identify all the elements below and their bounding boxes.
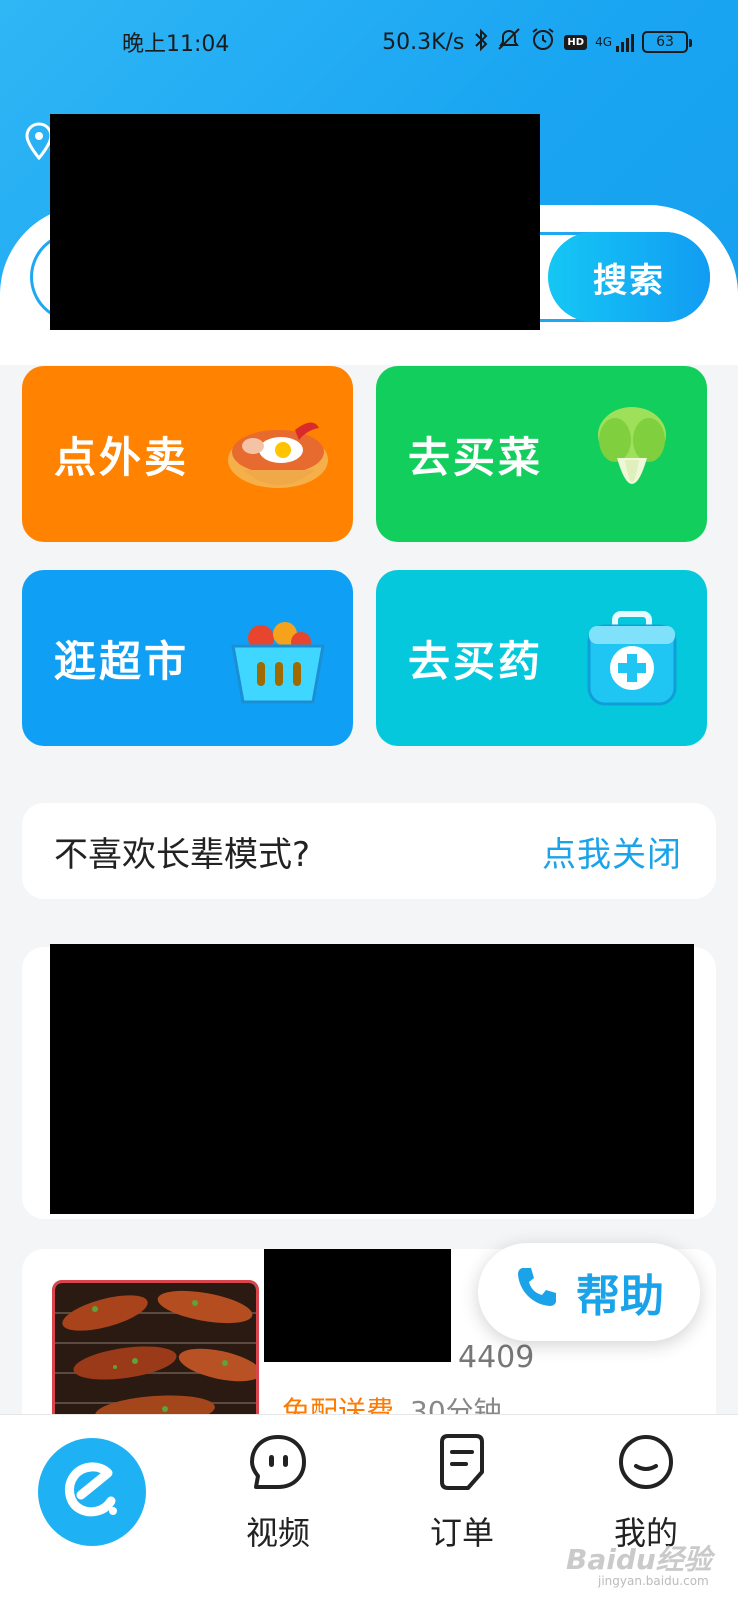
fruit-basket-icon [223,604,333,714]
mute-icon [496,27,522,57]
store-thumbnail[interactable] [52,1280,259,1430]
status-bar: 晚上11:04 50.3K/s HD 4G 63 [0,0,738,84]
help-button[interactable]: 帮助 [478,1243,700,1341]
delivery-eta: 30分钟 [410,1395,502,1416]
signal-icon [616,32,634,52]
redacted-banner [50,944,694,1214]
bluetooth-icon [474,28,488,57]
hd-icon: HD [564,34,588,50]
battery-level: 63 [656,34,674,50]
tab-label: 视频 [245,1514,310,1552]
elder-mode-close-link[interactable]: 点我关闭 [542,827,682,876]
status-icons: HD 4G 63 [474,26,692,58]
tile-label: 点外卖 [54,432,190,482]
tile-label: 去买菜 [408,432,544,482]
medical-kit-icon [577,604,687,714]
eleme-logo-icon [57,1455,127,1529]
elder-mode-text: 不喜欢长辈模式? [54,834,311,875]
search-button[interactable]: 搜索 [548,232,710,322]
tile-food-delivery[interactable]: 点外卖 [22,366,353,542]
alarm-icon [530,26,556,58]
noodle-bowl-icon [223,400,333,510]
profile-face-icon [616,1432,676,1496]
status-right: 50.3K/s HD 4G 63 [382,26,692,58]
tile-supermarket[interactable]: 逛超市 [22,570,353,746]
delivery-promo: 免配送费 [282,1395,395,1416]
video-face-icon [248,1432,308,1496]
store-promo-row: 免配送费 30分钟 [282,1390,502,1416]
status-time: 晚上11:04 [122,32,230,57]
store-meta: 4409 [458,1340,535,1375]
tile-grocery[interactable]: 去买菜 [376,366,707,542]
tab-label: 订单 [429,1514,494,1552]
redacted-store-name [264,1249,451,1362]
bok-choy-icon [577,400,687,510]
tab-profile[interactable]: 我的 [586,1432,706,1552]
tile-label: 逛超市 [54,636,190,686]
tile-pharmacy[interactable]: 去买药 [376,570,707,746]
baidu-watermark: Baidu经验 [566,1543,712,1576]
tab-home-eleme[interactable] [38,1438,146,1546]
phone-icon [514,1264,560,1321]
order-icon [432,1432,492,1496]
tab-video[interactable]: 视频 [218,1432,338,1552]
help-label: 帮助 [576,1271,664,1322]
battery-icon: 63 [642,31,692,53]
redacted-location-block [50,114,540,330]
tile-label: 去买药 [408,636,544,686]
net-speed: 50.3K/s [382,29,465,55]
network-type: 4G [595,35,612,49]
tab-orders[interactable]: 订单 [402,1432,522,1552]
baidu-watermark-url: jingyan.baidu.com [598,1574,709,1588]
elder-mode-bar: 不喜欢长辈模式? 点我关闭 [22,803,716,899]
